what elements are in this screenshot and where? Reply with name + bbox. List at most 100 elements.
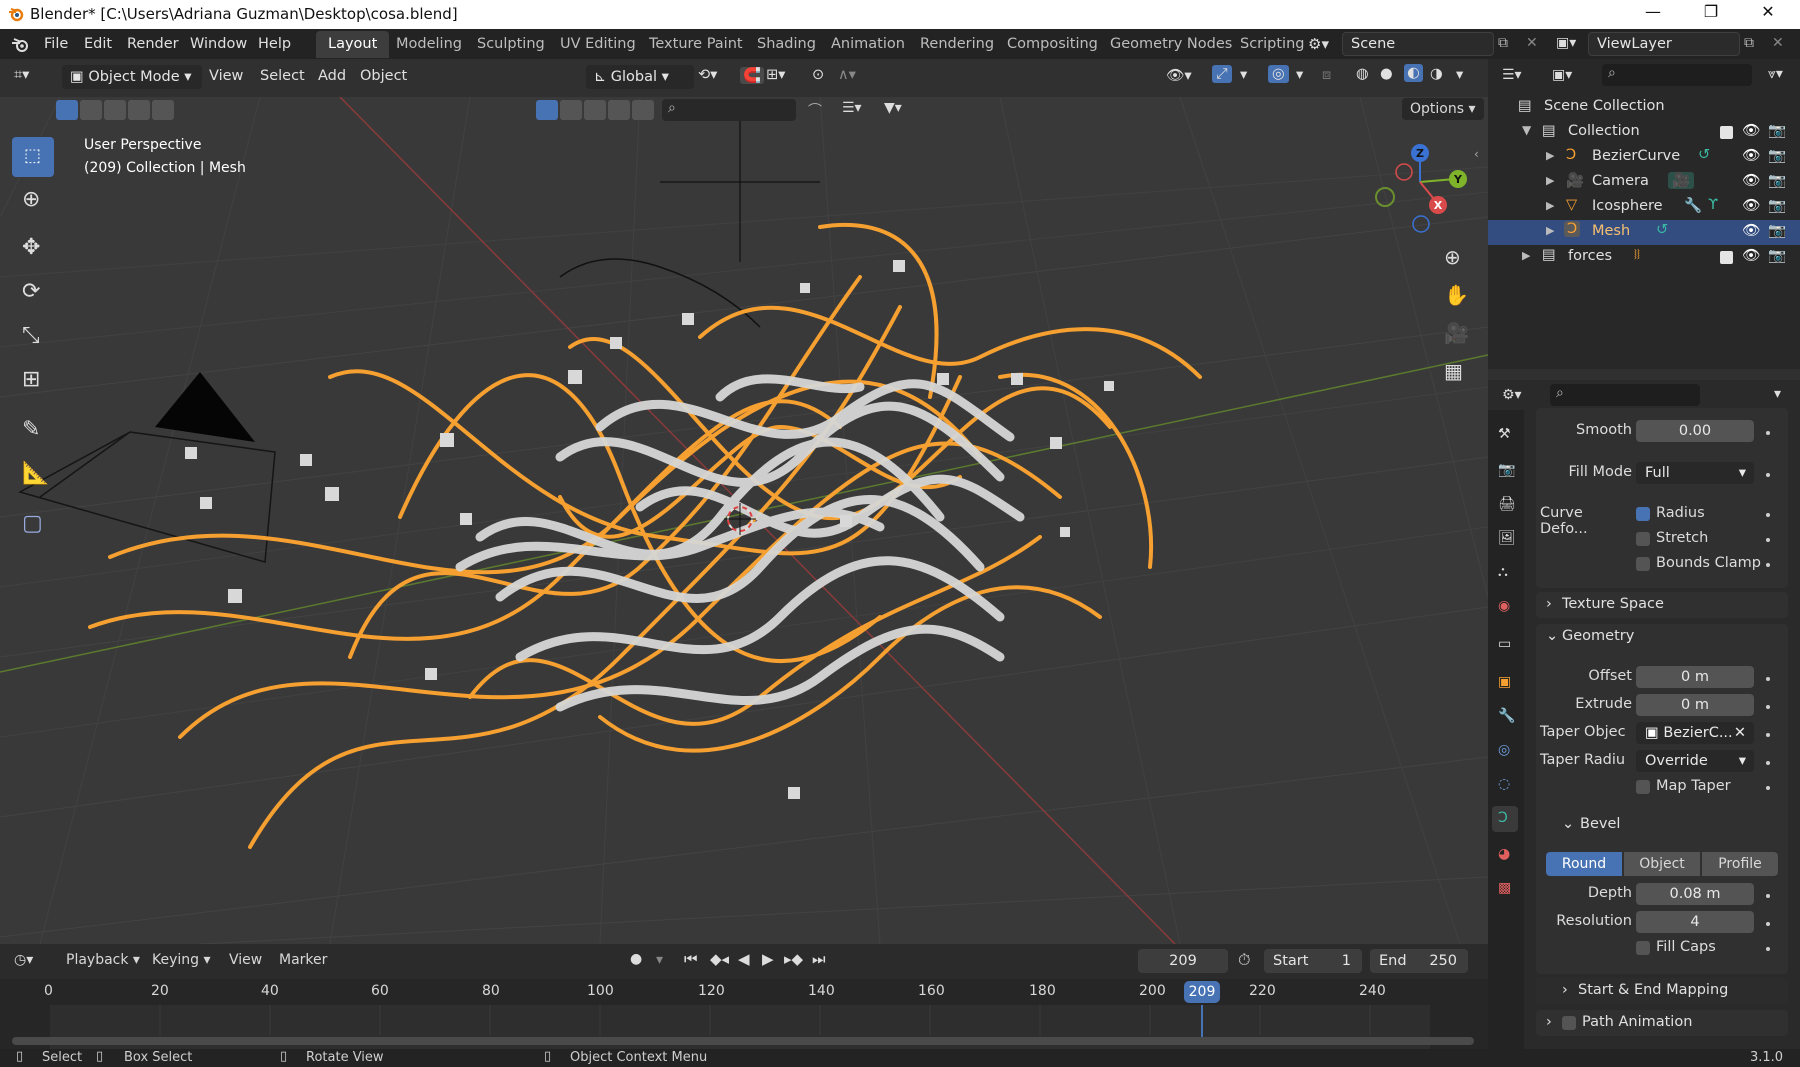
animate-property-dot[interactable] [1766, 894, 1770, 898]
snap-target-icon[interactable]: ⊞▾ [766, 67, 785, 83]
object-tab-icon[interactable]: ▣ [1498, 674, 1511, 690]
animate-property-dot[interactable] [1766, 733, 1770, 737]
properties-search-input[interactable]: ⌕ [1550, 384, 1700, 406]
timeline-body[interactable] [0, 1005, 1488, 1049]
playhead-frame-badge[interactable]: 209 [1184, 981, 1220, 1003]
rendered-shading-icon[interactable]: ◑ [1430, 66, 1443, 82]
outliner-row-beziercurve[interactable]: ▶ Ↄ BezierCurve ↺ 👁 📷 [1488, 145, 1800, 170]
filter-curve-icon[interactable] [560, 100, 582, 120]
properties-editor-type-icon[interactable]: ⚙▾ [1502, 387, 1522, 403]
record-keyframe-icon[interactable]: ● [630, 951, 642, 967]
select-new-icon[interactable] [56, 100, 78, 120]
timeline-editor-type-icon[interactable]: ◷▾ [14, 952, 33, 968]
scene-selector-icon[interactable]: ⚙▾ [1308, 35, 1329, 53]
minimize-button[interactable]: — [1630, 2, 1676, 27]
sync-icon[interactable]: ⌒ [808, 100, 822, 120]
display-mode-icon[interactable]: ☰▾ [842, 100, 862, 116]
tab-modeling[interactable]: Modeling [396, 36, 462, 52]
xray-toggle-icon[interactable]: ⧈ [1322, 67, 1331, 83]
overlay-dropdown-icon[interactable]: ▾ [1296, 67, 1303, 83]
texture-tab-icon[interactable]: ▩ [1498, 880, 1511, 896]
gizmo-toggle-icon[interactable]: ⤢ [1212, 65, 1232, 83]
new-scene-icon[interactable]: ⧉ [1498, 35, 1508, 51]
tool-annotate[interactable]: ✎ [12, 411, 54, 451]
view-layer-tab-icon[interactable]: 🖼 [1498, 530, 1516, 546]
eye-icon[interactable]: 👁 [1742, 197, 1760, 214]
render-camera-icon[interactable]: 📷 [1768, 197, 1786, 214]
next-keyframe-icon[interactable]: ▸◆ [784, 950, 803, 968]
outliner-row-camera[interactable]: ▶ 🎥 Camera 🎥 👁 📷 [1488, 170, 1800, 195]
eye-icon[interactable]: 👁 [1742, 222, 1760, 239]
scene-tab-icon[interactable]: ⛬ [1498, 564, 1508, 580]
jump-end-icon[interactable]: ⏭ [812, 950, 826, 968]
bevel-mode-round[interactable]: Round [1546, 852, 1622, 876]
render-camera-icon[interactable]: 📷 [1768, 172, 1786, 189]
animate-property-dot[interactable] [1766, 677, 1770, 681]
outliner-row-mesh[interactable]: ▶ Ↄ Mesh ↺ 👁 📷 [1488, 220, 1800, 245]
tool-transform[interactable]: ⊞ [12, 361, 54, 401]
animate-property-dot[interactable] [1766, 705, 1770, 709]
close-window-button[interactable]: ✕ [1745, 2, 1791, 27]
animate-property-dot[interactable] [1766, 563, 1770, 567]
tab-shading[interactable]: Shading [757, 36, 816, 52]
fill-mode-dropdown[interactable]: Full ▾ [1636, 462, 1754, 484]
menu-object[interactable]: Object [360, 68, 407, 84]
expand-right-icon[interactable]: ▶ [1546, 224, 1554, 237]
geometry-header[interactable]: Geometry [1562, 628, 1634, 644]
map-taper-checkbox[interactable] [1636, 780, 1650, 794]
fill-caps-checkbox[interactable] [1636, 941, 1650, 955]
menu-file[interactable]: File [44, 36, 68, 52]
eye-icon[interactable]: 👁 [1742, 122, 1760, 139]
select-invert-icon[interactable] [128, 100, 150, 120]
blender-menu-icon[interactable] [10, 36, 30, 53]
tab-uv-editing[interactable]: UV Editing [560, 36, 636, 52]
outliner-row-collection[interactable]: ▼ ▤ Collection 👁 📷 [1488, 120, 1800, 145]
camera-view-icon[interactable]: 🎥 [1444, 321, 1469, 345]
mode-dropdown[interactable]: ▣ Object Mode ▾ [62, 65, 202, 89]
sidebar-toggle-icon[interactable]: ‹ [1474, 147, 1479, 161]
snap-toggle-icon[interactable]: 🧲 [740, 67, 765, 84]
options-dropdown[interactable]: Options ▾ [1402, 98, 1484, 120]
expand-right-icon[interactable]: ▶ [1546, 174, 1554, 187]
animate-property-dot[interactable] [1766, 947, 1770, 951]
outliner-editor-type-icon[interactable]: ☰▾ [1502, 67, 1522, 83]
smooth-field[interactable]: 0.00 [1636, 420, 1754, 442]
particles-tab-icon[interactable]: ◎ [1498, 742, 1510, 758]
depth-field[interactable]: 0.08 m [1636, 883, 1754, 905]
view-layer-field[interactable]: ViewLayer [1588, 32, 1740, 56]
play-icon[interactable]: ▶ [762, 950, 774, 968]
resolution-field[interactable]: 4 [1636, 911, 1754, 933]
delete-scene-icon[interactable]: ✕ [1526, 35, 1538, 51]
render-tab-icon[interactable]: 📷 [1498, 462, 1515, 478]
pivot-point-icon[interactable]: ⟲▾ [698, 67, 717, 83]
tool-scale[interactable]: ⤡ [12, 317, 54, 357]
menu-render[interactable]: Render [127, 36, 179, 52]
menu-add[interactable]: Add [318, 68, 346, 84]
filter-icon[interactable]: ▼▾ [884, 100, 902, 116]
play-reverse-icon[interactable]: ◀ [738, 950, 750, 968]
render-camera-icon[interactable]: 📷 [1768, 122, 1786, 139]
modifier-tab-icon[interactable]: 🔧 [1498, 708, 1515, 724]
start-frame-field[interactable]: Start 1 [1264, 949, 1362, 973]
zoom-icon[interactable]: ⊕ [1444, 245, 1461, 269]
pan-hand-icon[interactable]: ✋ [1444, 283, 1469, 307]
editor-type-icon[interactable]: ⌗▾ [14, 67, 29, 83]
chevron-down-icon[interactable]: ⌄ [1562, 816, 1574, 832]
taper-object-field[interactable]: ▣ BezierC... ✕ [1636, 722, 1754, 744]
extrude-field[interactable]: 0 m [1636, 694, 1754, 716]
tool-tab-icon[interactable]: ⚒ [1498, 426, 1511, 442]
new-view-layer-icon[interactable]: ⧉ [1744, 35, 1754, 51]
tab-sculpting[interactable]: Sculpting [477, 36, 545, 52]
animate-property-dot[interactable] [1766, 431, 1770, 435]
outliner-row-scene-collection[interactable]: ▤ Scene Collection [1488, 95, 1800, 120]
stretch-checkbox[interactable] [1636, 532, 1650, 546]
bevel-mode-profile[interactable]: Profile [1702, 852, 1778, 876]
tab-rendering[interactable]: Rendering [920, 36, 994, 52]
material-tab-icon[interactable]: ◕ [1498, 846, 1510, 862]
animate-property-dot[interactable] [1766, 922, 1770, 926]
physics-tab-icon[interactable]: ◌ [1498, 776, 1510, 792]
end-frame-field[interactable]: End 250 [1370, 949, 1468, 973]
shading-dropdown-icon[interactable]: ▾ [1456, 67, 1463, 83]
select-subtract-icon[interactable] [104, 100, 126, 120]
menu-help[interactable]: Help [258, 36, 291, 52]
